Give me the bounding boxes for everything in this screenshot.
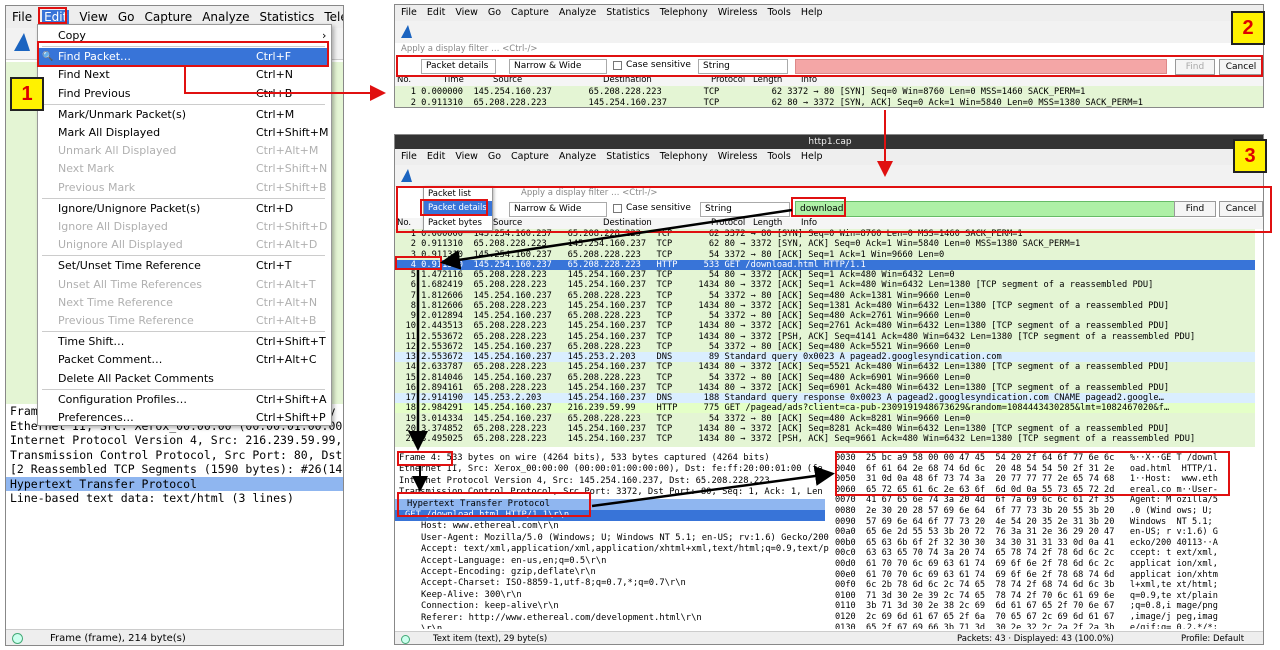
arrow-get-to-hex (591, 466, 835, 508)
arrow-search-to-row (440, 208, 793, 270)
arrow-1-to-2 (184, 67, 386, 101)
annotation-arrows (184, 67, 893, 508)
